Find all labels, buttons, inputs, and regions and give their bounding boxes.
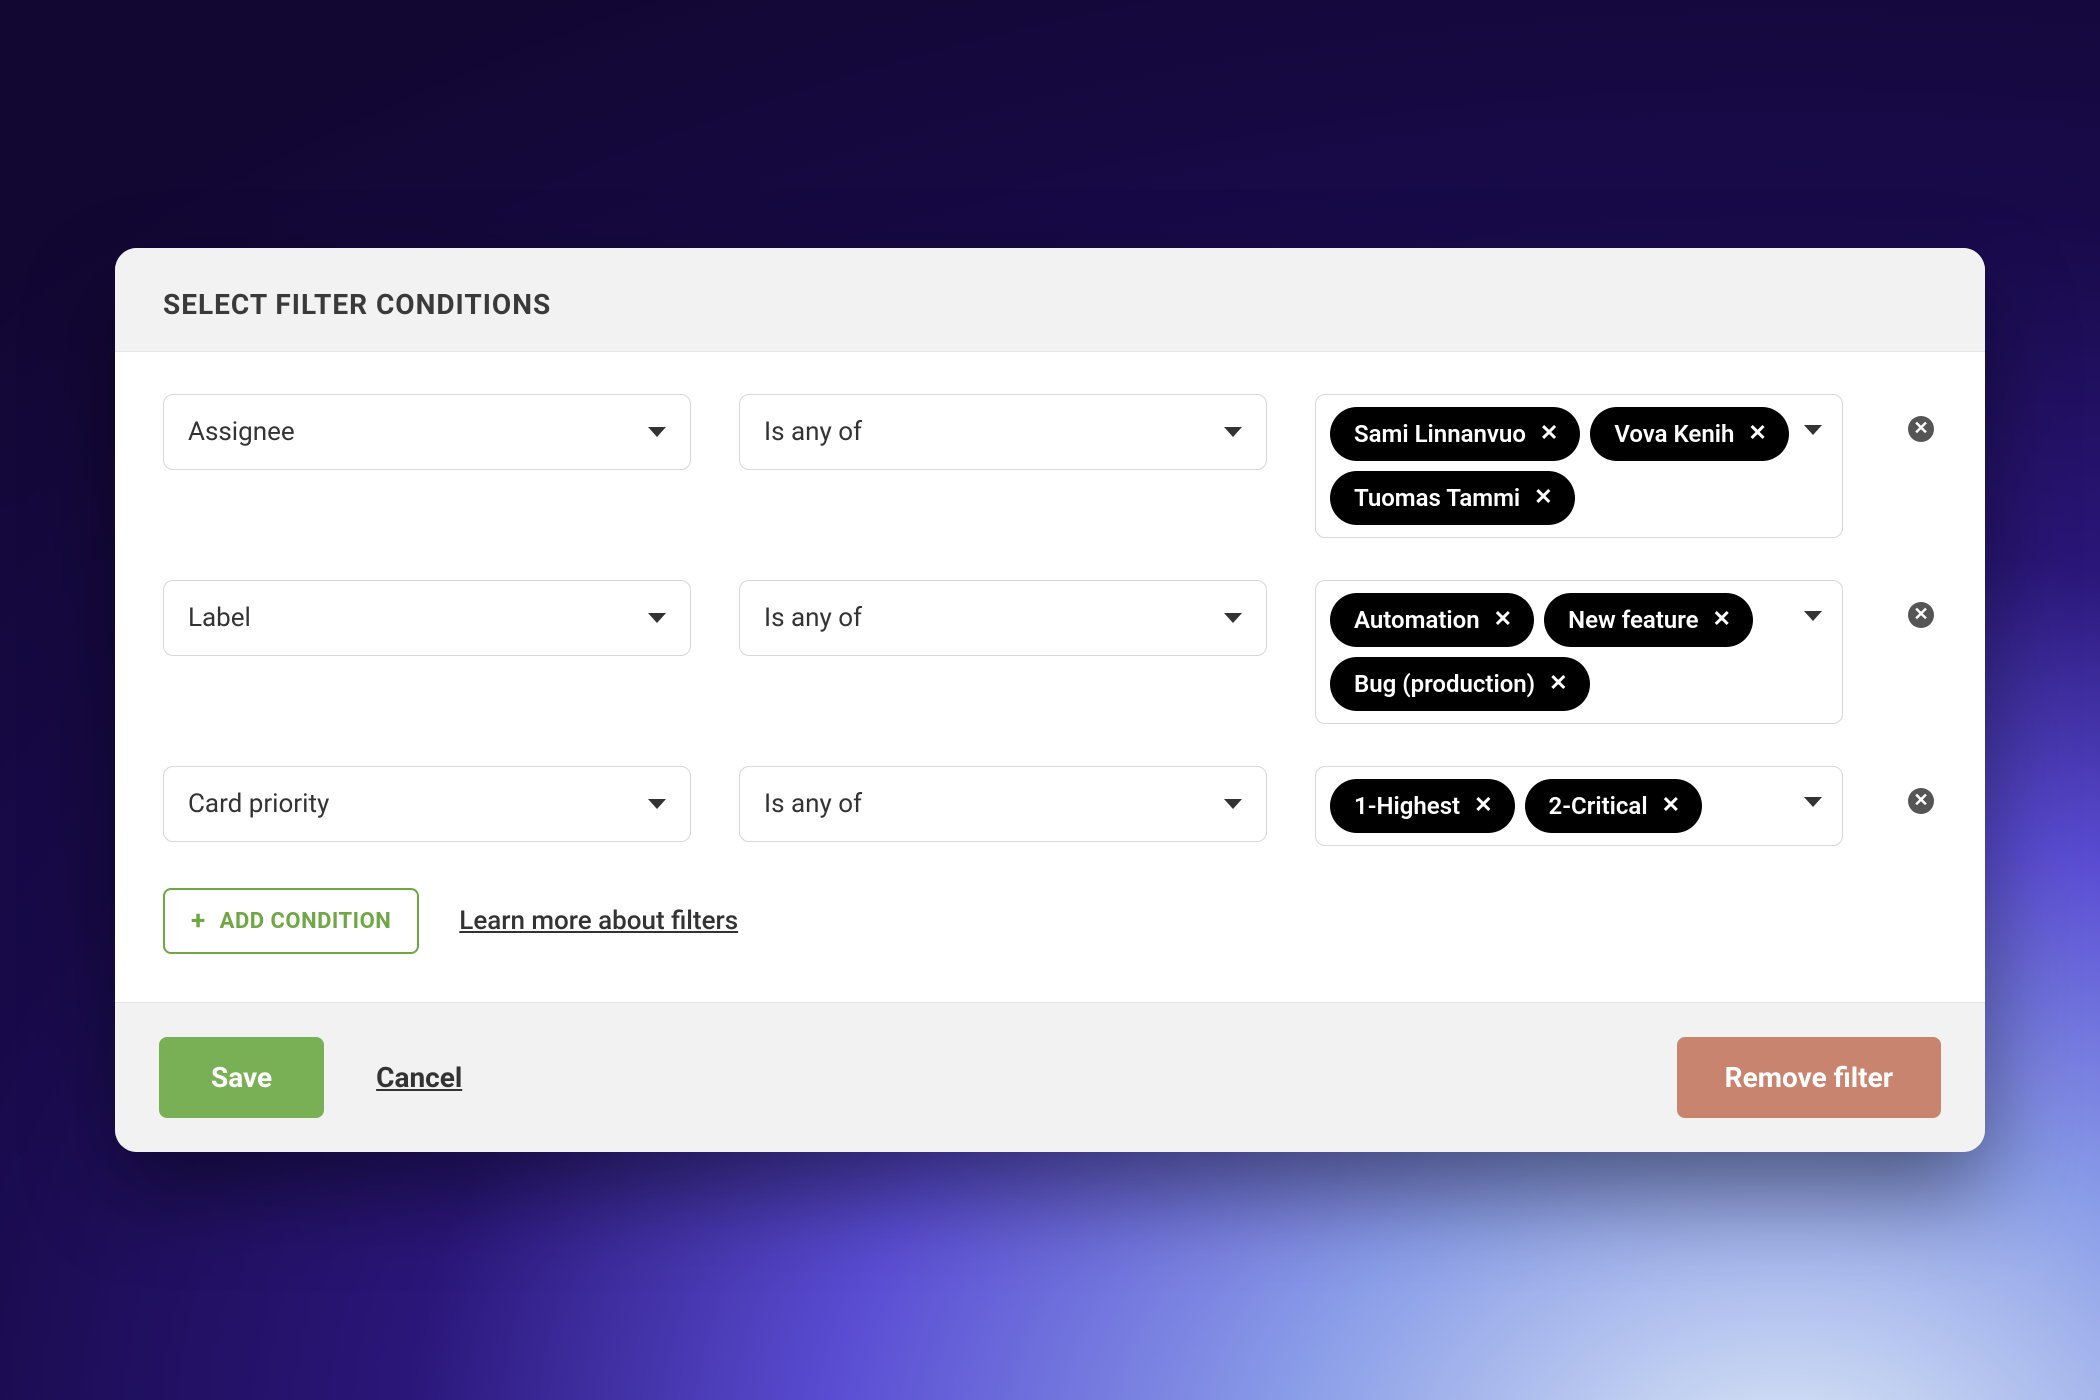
chip-label: Sami Linnanvuo (1354, 420, 1526, 448)
chip: Vova Kenih ✕ (1590, 407, 1788, 461)
chips-container: Automation ✕ New feature ✕ Bug (producti… (1330, 593, 1828, 711)
field-select[interactable]: Label (163, 580, 691, 656)
field-select-label: Label (188, 603, 251, 633)
chip: Automation ✕ (1330, 593, 1534, 647)
field-select-label: Assignee (188, 417, 295, 447)
chip-label: 1-Highest (1354, 792, 1460, 820)
chip: New feature ✕ (1544, 593, 1753, 647)
remove-row-icon[interactable]: ✕ (1908, 416, 1934, 442)
values-multiselect[interactable]: 1-Highest ✕ 2-Critical ✕ (1315, 766, 1843, 846)
caret-down-icon (648, 613, 666, 623)
condition-row: Label Is any of Automation ✕ New feature… (163, 580, 1937, 724)
filter-modal: SELECT FILTER CONDITIONS Assignee Is any… (115, 248, 1985, 1152)
modal-header: SELECT FILTER CONDITIONS (115, 248, 1985, 352)
field-select-label: Card priority (188, 789, 329, 819)
modal-body: Assignee Is any of Sami Linnanvuo ✕ Vova… (115, 352, 1985, 1002)
chip-remove-icon[interactable]: ✕ (1494, 609, 1512, 631)
row-remove-container: ✕ (1891, 394, 1951, 442)
caret-down-icon (648, 799, 666, 809)
cancel-link[interactable]: Cancel (376, 1061, 462, 1094)
operator-select-label: Is any of (764, 603, 862, 633)
chip-label: New feature (1568, 606, 1698, 634)
operator-select-label: Is any of (764, 789, 862, 819)
caret-down-icon (1804, 611, 1822, 621)
field-select[interactable]: Assignee (163, 394, 691, 470)
caret-down-icon (648, 427, 666, 437)
chip-remove-icon[interactable]: ✕ (1534, 487, 1552, 509)
chip: 2-Critical ✕ (1525, 779, 1702, 833)
caret-down-icon (1804, 425, 1822, 435)
chip-remove-icon[interactable]: ✕ (1474, 795, 1492, 817)
modal-footer: Save Cancel Remove filter (115, 1002, 1985, 1152)
chip-label: Vova Kenih (1614, 420, 1734, 448)
operator-select[interactable]: Is any of (739, 580, 1267, 656)
chip-remove-icon[interactable]: ✕ (1540, 423, 1558, 445)
modal-title: SELECT FILTER CONDITIONS (163, 288, 1937, 321)
remove-filter-button[interactable]: Remove filter (1677, 1037, 1941, 1118)
caret-down-icon (1224, 799, 1242, 809)
learn-more-link[interactable]: Learn more about filters (459, 906, 738, 936)
chip-label: Tuomas Tammi (1354, 484, 1520, 512)
chip: Bug (production) ✕ (1330, 657, 1590, 711)
chip-remove-icon[interactable]: ✕ (1748, 423, 1766, 445)
chip-label: Bug (production) (1354, 670, 1535, 698)
remove-row-icon[interactable]: ✕ (1908, 788, 1934, 814)
values-multiselect[interactable]: Automation ✕ New feature ✕ Bug (producti… (1315, 580, 1843, 724)
condition-row: Card priority Is any of 1-Highest ✕ 2-Cr… (163, 766, 1937, 846)
row-remove-container: ✕ (1891, 766, 1951, 814)
chip-remove-icon[interactable]: ✕ (1662, 795, 1680, 817)
footer-left: Save Cancel (159, 1037, 462, 1118)
save-button[interactable]: Save (159, 1037, 324, 1118)
condition-row: Assignee Is any of Sami Linnanvuo ✕ Vova… (163, 394, 1937, 538)
operator-select[interactable]: Is any of (739, 394, 1267, 470)
add-condition-button[interactable]: + ADD CONDITION (163, 888, 419, 954)
chip-remove-icon[interactable]: ✕ (1549, 673, 1567, 695)
caret-down-icon (1224, 427, 1242, 437)
caret-down-icon (1224, 613, 1242, 623)
body-actions: + ADD CONDITION Learn more about filters (163, 888, 1937, 954)
values-multiselect[interactable]: Sami Linnanvuo ✕ Vova Kenih ✕ Tuomas Tam… (1315, 394, 1843, 538)
chip: Tuomas Tammi ✕ (1330, 471, 1575, 525)
chip-remove-icon[interactable]: ✕ (1713, 609, 1731, 631)
remove-row-icon[interactable]: ✕ (1908, 602, 1934, 628)
chip: 1-Highest ✕ (1330, 779, 1515, 833)
chip-label: 2-Critical (1549, 792, 1648, 820)
chip-label: Automation (1354, 606, 1480, 634)
chips-container: Sami Linnanvuo ✕ Vova Kenih ✕ Tuomas Tam… (1330, 407, 1828, 525)
row-remove-container: ✕ (1891, 580, 1951, 628)
operator-select[interactable]: Is any of (739, 766, 1267, 842)
chips-container: 1-Highest ✕ 2-Critical ✕ (1330, 779, 1828, 833)
add-condition-label: ADD CONDITION (220, 909, 392, 934)
plus-icon: + (191, 908, 206, 934)
operator-select-label: Is any of (764, 417, 862, 447)
chip: Sami Linnanvuo ✕ (1330, 407, 1580, 461)
caret-down-icon (1804, 797, 1822, 807)
field-select[interactable]: Card priority (163, 766, 691, 842)
